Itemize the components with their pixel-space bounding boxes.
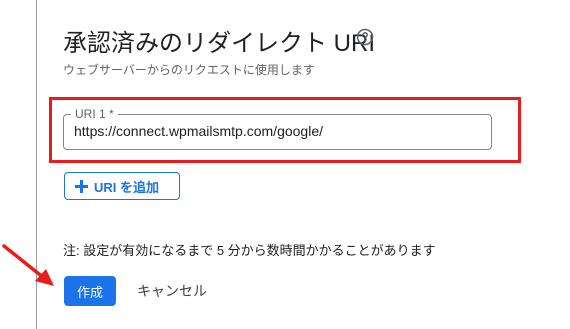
add-uri-button[interactable]: URI を追加 [64, 172, 180, 200]
uri-field-value[interactable]: https://connect.wpmailsmtp.com/google/ [74, 123, 323, 139]
cancel-button[interactable]: キャンセル [132, 276, 212, 306]
uri-input-field[interactable]: URI 1 * https://connect.wpmailsmtp.com/g… [63, 106, 492, 150]
create-button[interactable]: 作成 [64, 276, 116, 306]
add-uri-label: URI を追加 [94, 179, 160, 195]
page-title: 承認済みのリダイレクト URI [63, 30, 375, 57]
propagation-note: 注: 設定が有効になるまで 5 分から数時間かかることがあります [63, 243, 436, 258]
plus-icon [75, 179, 88, 193]
help-icon[interactable] [356, 28, 374, 46]
uri-field-label: URI 1 * [71, 106, 118, 122]
page-subtitle: ウェブサーバーからのリクエストに使用します [63, 63, 315, 77]
red-arrow-icon [2, 244, 54, 286]
